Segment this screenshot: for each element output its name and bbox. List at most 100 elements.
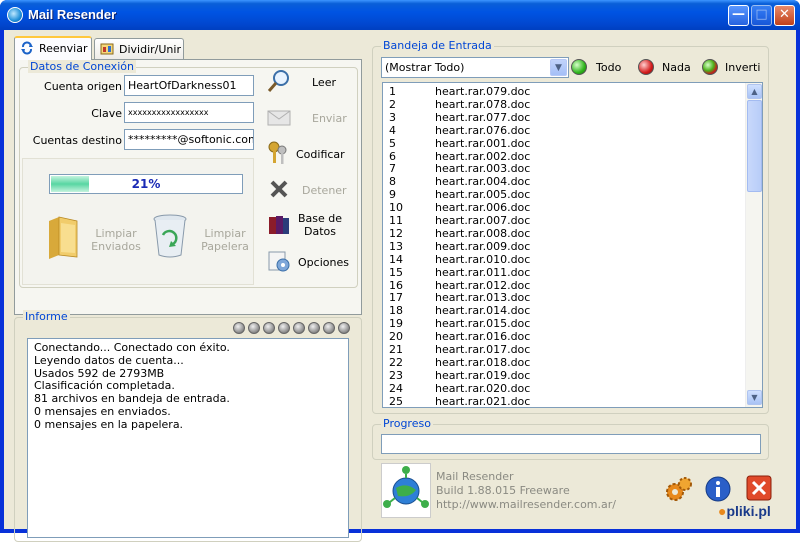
database-button[interactable]: Base de Datos bbox=[266, 212, 356, 242]
network-globe-icon bbox=[383, 466, 429, 508]
inbox-row-filename: heart.rar.008.doc bbox=[435, 226, 531, 240]
connection-group: Datos de Conexión Cuenta origen HeartOfD… bbox=[19, 60, 358, 288]
stop-button[interactable]: Detener bbox=[266, 176, 356, 206]
inbox-row-number: 5 bbox=[389, 136, 396, 150]
inbox-row[interactable]: 7 heart.rar.003.doc bbox=[383, 162, 743, 175]
magnifier-icon bbox=[267, 70, 289, 92]
red-led-icon bbox=[638, 59, 654, 75]
inbox-row-filename: heart.rar.011.doc bbox=[435, 265, 531, 279]
maximize-button[interactable]: □ bbox=[751, 5, 772, 26]
inbox-row-filename: heart.rar.012.doc bbox=[435, 278, 531, 292]
clear-trash-label: Limpiar Papelera bbox=[201, 227, 249, 253]
inbox-row-number: 20 bbox=[389, 330, 403, 344]
send-button[interactable]: Enviar bbox=[266, 104, 356, 134]
inbox-row[interactable]: 20 heart.rar.016.doc bbox=[383, 330, 743, 343]
clear-sent-label: Limpiar Enviados bbox=[91, 227, 141, 253]
close-icon: ✕ bbox=[779, 7, 790, 22]
status-dot-5 bbox=[293, 322, 305, 334]
inbox-scrollbar[interactable]: ▲ ▼ bbox=[745, 83, 762, 407]
options-button[interactable]: Opciones bbox=[266, 248, 356, 278]
app-window: Mail Resender — □ ✕ Reenviar Dividir/Uni… bbox=[0, 0, 800, 542]
inbox-filter-select[interactable]: (Mostrar Todo) ▼ bbox=[381, 57, 569, 78]
inbox-row-number: 4 bbox=[389, 123, 396, 137]
inbox-row[interactable]: 6 heart.rar.002.doc bbox=[383, 150, 743, 163]
clear-sent-button[interactable]: Limpiar Enviados bbox=[43, 209, 143, 269]
inbox-row[interactable]: 14 heart.rar.010.doc bbox=[383, 253, 743, 266]
inbox-row[interactable]: 12 heart.rar.008.doc bbox=[383, 227, 743, 240]
inbox-row[interactable]: 10 heart.rar.006.doc bbox=[383, 201, 743, 214]
encode-button[interactable]: Codificar bbox=[266, 140, 356, 170]
inbox-row-filename: heart.rar.077.doc bbox=[435, 110, 531, 124]
scroll-up-icon[interactable]: ▲ bbox=[747, 84, 762, 99]
account-input[interactable]: HeartOfDarkness01 bbox=[124, 75, 254, 96]
title-bar[interactable]: Mail Resender — □ ✕ bbox=[0, 0, 800, 30]
inbox-row-filename: heart.rar.006.doc bbox=[435, 201, 531, 215]
inbox-row[interactable]: 18 heart.rar.014.doc bbox=[383, 304, 743, 317]
status-panel: 21% Limpiar Enviados Limpiar Papelera bbox=[22, 158, 254, 285]
inbox-list[interactable]: 1 heart.rar.079.doc 2 heart.rar.078.doc 3 hea… bbox=[382, 82, 763, 408]
inbox-row[interactable]: 23 heart.rar.019.doc bbox=[383, 369, 743, 382]
password-input[interactable]: xxxxxxxxxxxxxxxxx bbox=[124, 102, 254, 123]
tab-dividir-unir-label: Dividir/Unir bbox=[119, 43, 181, 56]
recycle-bin-icon bbox=[153, 214, 187, 258]
inbox-row-number: 13 bbox=[389, 239, 403, 253]
inbox-row[interactable]: 11 heart.rar.007.doc bbox=[383, 214, 743, 227]
inbox-row[interactable]: 24 heart.rar.020.doc bbox=[383, 382, 743, 395]
inbox-row[interactable]: 15 heart.rar.011.doc bbox=[383, 266, 743, 279]
scroll-thumb[interactable] bbox=[747, 100, 762, 192]
inbox-row-filename: heart.rar.078.doc bbox=[435, 97, 531, 111]
inbox-row[interactable]: 17 heart.rar.013.doc bbox=[383, 291, 743, 304]
tab-dividir-unir[interactable]: Dividir/Unir bbox=[94, 38, 184, 60]
inbox-row[interactable]: 25 heart.rar.021.doc bbox=[383, 394, 743, 408]
books-icon bbox=[269, 216, 289, 234]
inbox-row-number: 7 bbox=[389, 162, 396, 176]
inbox-group-label: Bandeja de Entrada bbox=[381, 39, 494, 52]
info-icon[interactable] bbox=[704, 475, 732, 503]
inbox-row[interactable]: 19 heart.rar.015.doc bbox=[383, 317, 743, 330]
dest-accounts-label: Cuentas destino bbox=[32, 134, 122, 147]
inbox-row-filename: heart.rar.013.doc bbox=[435, 291, 531, 305]
minimize-button[interactable]: — bbox=[728, 5, 749, 26]
progress-group-label: Progreso bbox=[381, 417, 433, 430]
inbox-row-filename: heart.rar.021.doc bbox=[435, 394, 531, 408]
inbox-row[interactable]: 21 heart.rar.017.doc bbox=[383, 343, 743, 356]
inbox-row-number: 15 bbox=[389, 265, 403, 279]
inbox-row-number: 19 bbox=[389, 317, 403, 331]
gears-icon[interactable] bbox=[664, 475, 694, 505]
window-title: Mail Resender bbox=[28, 7, 117, 22]
inbox-row-filename: heart.rar.003.doc bbox=[435, 162, 531, 176]
inbox-row-filename: heart.rar.018.doc bbox=[435, 355, 531, 369]
dest-accounts-input[interactable]: *********@softonic.com bbox=[124, 129, 254, 150]
tab-reenviar[interactable]: Reenviar bbox=[14, 36, 92, 60]
inbox-row[interactable]: 8 heart.rar.004.doc bbox=[383, 175, 743, 188]
scroll-down-icon[interactable]: ▼ bbox=[747, 390, 762, 405]
select-all-label: Todo bbox=[596, 61, 622, 74]
status-dot-4 bbox=[278, 322, 290, 334]
watermark-text: pliki.pl bbox=[726, 503, 771, 519]
invert-led-icon bbox=[702, 59, 718, 75]
inbox-row[interactable]: 3 heart.rar.077.doc bbox=[383, 111, 743, 124]
read-button[interactable]: Leer bbox=[266, 68, 356, 98]
inbox-row-filename: heart.rar.076.doc bbox=[435, 123, 531, 137]
chevron-down-icon[interactable]: ▼ bbox=[550, 59, 567, 76]
inbox-row[interactable]: 9 heart.rar.005.doc bbox=[383, 188, 743, 201]
inbox-row[interactable]: 2 heart.rar.078.doc bbox=[383, 98, 743, 111]
database-label: Base de Datos bbox=[298, 212, 343, 238]
inbox-row[interactable]: 4 heart.rar.076.doc bbox=[383, 124, 743, 137]
exit-icon[interactable] bbox=[746, 475, 772, 501]
about-url[interactable]: http://www.mailresender.com.ar/ bbox=[436, 498, 616, 511]
inbox-row-filename: heart.rar.014.doc bbox=[435, 304, 531, 318]
inbox-row[interactable]: 1 heart.rar.079.doc bbox=[383, 85, 743, 98]
report-log[interactable]: Conectando... Conectado con éxito. Leyen… bbox=[27, 338, 349, 538]
clear-trash-button[interactable]: Limpiar Papelera bbox=[151, 209, 255, 269]
inbox-row[interactable]: 13 heart.rar.009.doc bbox=[383, 240, 743, 253]
transfer-progress-bar bbox=[381, 434, 761, 454]
inbox-row-number: 10 bbox=[389, 201, 403, 215]
stop-x-icon bbox=[270, 180, 288, 198]
progress-group: Progreso bbox=[372, 417, 769, 460]
inbox-row-filename: heart.rar.009.doc bbox=[435, 239, 531, 253]
inbox-row[interactable]: 16 heart.rar.012.doc bbox=[383, 279, 743, 292]
inbox-row[interactable]: 22 heart.rar.018.doc bbox=[383, 356, 743, 369]
close-button[interactable]: ✕ bbox=[774, 5, 795, 26]
inbox-row[interactable]: 5 heart.rar.001.doc bbox=[383, 137, 743, 150]
